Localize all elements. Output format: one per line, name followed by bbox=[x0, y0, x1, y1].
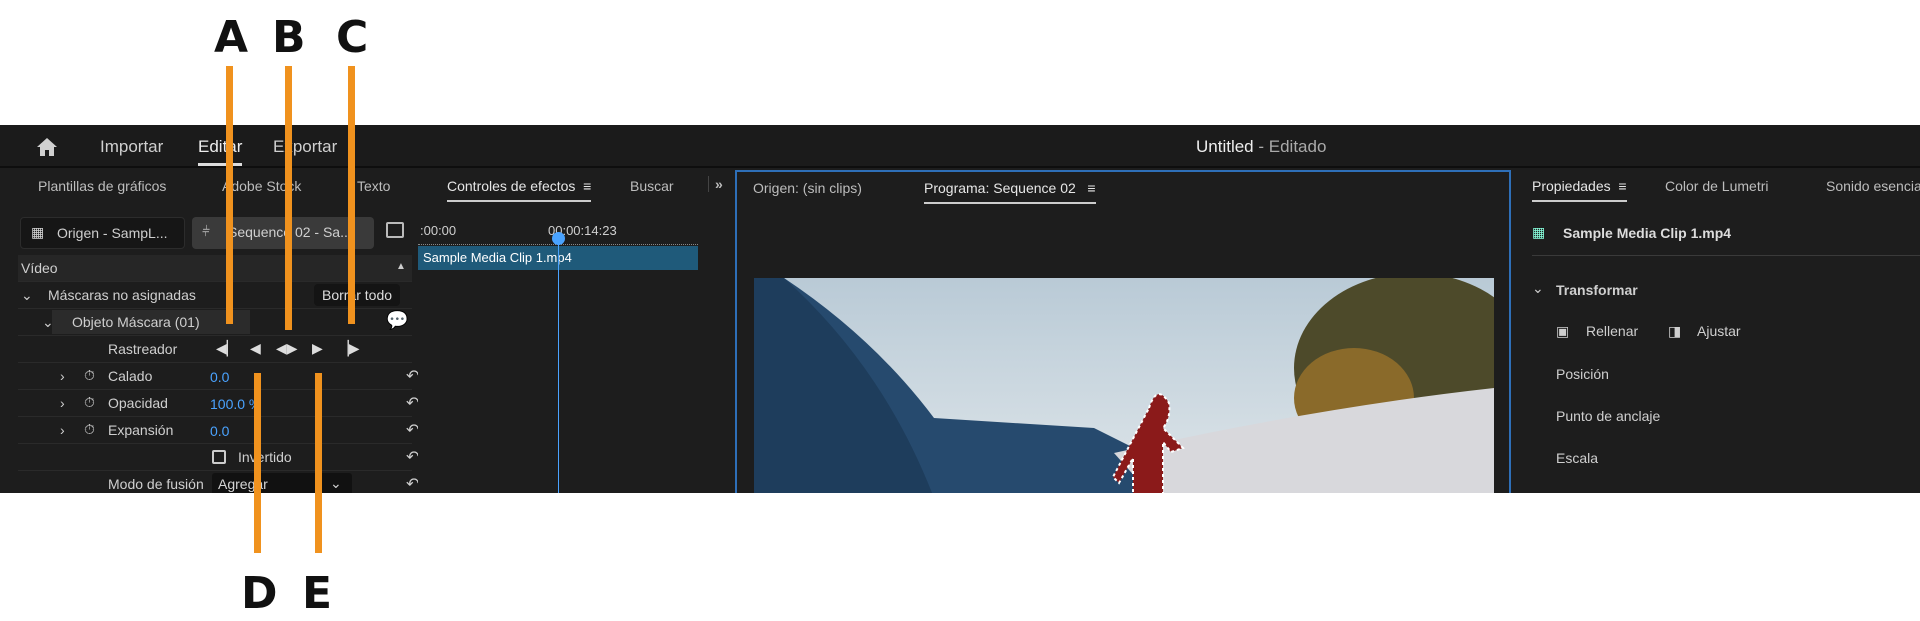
playhead-handle[interactable] bbox=[552, 232, 565, 245]
more-tabs-button[interactable]: » bbox=[708, 176, 723, 192]
unassigned-masks-label: Máscaras no asignadas bbox=[48, 287, 196, 303]
tab-buscar[interactable]: Buscar bbox=[630, 178, 674, 194]
project-name: Untitled bbox=[1196, 137, 1254, 156]
blend-mode-row: Modo de fusión Agregar ⌄ ↶ bbox=[18, 471, 419, 493]
tab-color-lumetri[interactable]: Color de Lumetri bbox=[1665, 178, 1769, 194]
tracker-row: Rastreador ◀▏ ◀ ◀▶ ▶ ▕▶ bbox=[18, 336, 412, 363]
expand-chevron-icon[interactable]: › bbox=[60, 368, 65, 384]
callout-b: B bbox=[272, 12, 306, 63]
callout-a: A bbox=[214, 12, 249, 63]
clip-icon: ▦ bbox=[1532, 224, 1546, 240]
inverted-row: Invertido ↶ bbox=[18, 444, 419, 471]
callout-line-a bbox=[226, 66, 233, 324]
source-clip-tab[interactable]: ▦ Origen - SampL... bbox=[20, 217, 185, 249]
clear-all-button[interactable]: Borrar todo bbox=[314, 284, 401, 306]
stopwatch-icon[interactable]: ⏱ bbox=[84, 394, 95, 411]
tab-controles-efectos[interactable]: Controles de efectos ≡ bbox=[447, 178, 592, 202]
home-icon[interactable] bbox=[36, 137, 58, 157]
calado-value[interactable]: 0.0 bbox=[210, 369, 229, 385]
property-row-expansion: › ⏱ Expansión 0.0 ↶ bbox=[18, 417, 419, 444]
stopwatch-icon[interactable]: ⏱ bbox=[84, 421, 95, 438]
timeline-start: :00:00 bbox=[420, 223, 457, 238]
callout-line-b bbox=[285, 66, 292, 330]
track-both-directions-icon[interactable]: ◀▶ bbox=[276, 340, 298, 357]
comment-icon[interactable]: 💬 bbox=[386, 310, 408, 331]
toggle-timeline-icon[interactable] bbox=[386, 222, 404, 238]
callout-line-e bbox=[315, 373, 322, 553]
expansion-value[interactable]: 0.0 bbox=[210, 423, 229, 439]
callout-e: E bbox=[302, 568, 333, 619]
chevron-down-icon[interactable]: ⌄ bbox=[21, 287, 33, 304]
playhead-line[interactable] bbox=[558, 233, 559, 493]
track-forward-icon[interactable]: ▶ bbox=[312, 340, 323, 357]
expand-chevron-icon[interactable]: › bbox=[60, 422, 65, 438]
video-section-label: Vídeo bbox=[21, 260, 58, 276]
window-title: Untitled - Editado bbox=[1196, 137, 1326, 157]
inverted-label: Invertido bbox=[238, 449, 292, 465]
tab-plantillas[interactable]: Plantillas de gráficos bbox=[38, 178, 166, 194]
tab-label: Propiedades bbox=[1532, 178, 1611, 194]
callout-line-c bbox=[348, 66, 355, 324]
film-icon: ▦ bbox=[31, 224, 45, 240]
panel-menu-icon[interactable]: ≡ bbox=[1615, 178, 1626, 194]
property-row-calado: › ⏱ Calado 0.0 ↶ bbox=[18, 363, 419, 390]
clip-name: Sample Media Clip 1.mp4 bbox=[423, 250, 572, 265]
inverted-checkbox[interactable] bbox=[212, 450, 226, 464]
fit-button[interactable]: Ajustar bbox=[1697, 323, 1741, 339]
program-monitor: Origen: (sin clips) Programa: Sequence 0… bbox=[735, 170, 1511, 493]
anchor-point-label: Punto de anclaje bbox=[1556, 408, 1661, 424]
fit-icon: ◨ bbox=[1668, 323, 1682, 339]
mask-object-label[interactable]: Objeto Máscara (01) bbox=[72, 314, 200, 330]
fill-button[interactable]: Rellenar bbox=[1586, 323, 1638, 339]
video-frame bbox=[754, 278, 1494, 493]
source-clip-label: Origen - SampL... bbox=[57, 225, 168, 241]
blend-mode-select[interactable]: Agregar ⌄ bbox=[212, 473, 352, 493]
position-label: Posición bbox=[1556, 366, 1609, 382]
divider bbox=[1532, 255, 1920, 256]
tracker-label: Rastreador bbox=[108, 341, 178, 357]
callout-c: C bbox=[336, 12, 369, 63]
callout-line-d bbox=[254, 373, 261, 553]
tab-texto[interactable]: Texto bbox=[357, 178, 390, 194]
panel-menu-icon[interactable]: ≡ bbox=[1080, 180, 1095, 196]
sequence-clip-tab[interactable]: ⫩ Sequence 02 - Sa... bbox=[192, 217, 374, 249]
edit-status: - Editado bbox=[1253, 137, 1327, 156]
nav-editar[interactable]: Editar bbox=[198, 137, 243, 166]
property-row-opacidad: › ⏱ Opacidad 100.0 % ↶ bbox=[18, 390, 419, 417]
tab-propiedades[interactable]: Propiedades ≡ bbox=[1532, 178, 1627, 202]
tab-origen[interactable]: Origen: (sin clips) bbox=[753, 180, 862, 196]
tab-label: Controles de efectos bbox=[447, 178, 576, 194]
opacidad-label: Opacidad bbox=[108, 395, 168, 411]
transform-section-label: Transformar bbox=[1556, 282, 1638, 298]
blend-mode-label: Modo de fusión bbox=[108, 476, 204, 492]
chevron-down-icon: ⌄ bbox=[330, 475, 342, 491]
nav-exportar[interactable]: Exportar bbox=[273, 137, 337, 157]
callout-d: D bbox=[241, 568, 278, 619]
tab-programa[interactable]: Programa: Sequence 02 ≡ bbox=[924, 180, 1096, 204]
track-backward-one-frame-icon[interactable]: ◀▏ bbox=[216, 340, 238, 357]
stopwatch-icon[interactable]: ⏱ bbox=[84, 367, 95, 384]
expansion-label: Expansión bbox=[108, 422, 174, 438]
panel-menu-icon[interactable]: ≡ bbox=[579, 178, 591, 194]
collapse-up-icon[interactable]: ▲ bbox=[396, 261, 406, 272]
tab-label: Programa: Sequence 02 bbox=[924, 180, 1076, 196]
selected-clip-name: Sample Media Clip 1.mp4 bbox=[1563, 225, 1732, 241]
effect-timeline: :00:00 00:00:14:23 Sample Media Clip 1.m… bbox=[418, 215, 708, 493]
track-forward-one-frame-icon[interactable]: ▕▶ bbox=[338, 340, 360, 357]
chevron-down-icon[interactable]: ⌄ bbox=[1532, 280, 1544, 297]
nav-importar[interactable]: Importar bbox=[100, 137, 163, 157]
calado-label: Calado bbox=[108, 368, 153, 384]
track-backward-icon[interactable]: ◀ bbox=[250, 340, 261, 357]
scale-label: Escala bbox=[1556, 450, 1599, 466]
tab-sonido-esencial[interactable]: Sonido esencial bbox=[1826, 178, 1920, 194]
fill-icon: ▣ bbox=[1556, 323, 1570, 339]
expand-chevron-icon[interactable]: › bbox=[60, 395, 65, 411]
sequence-icon: ⫩ bbox=[202, 223, 211, 239]
